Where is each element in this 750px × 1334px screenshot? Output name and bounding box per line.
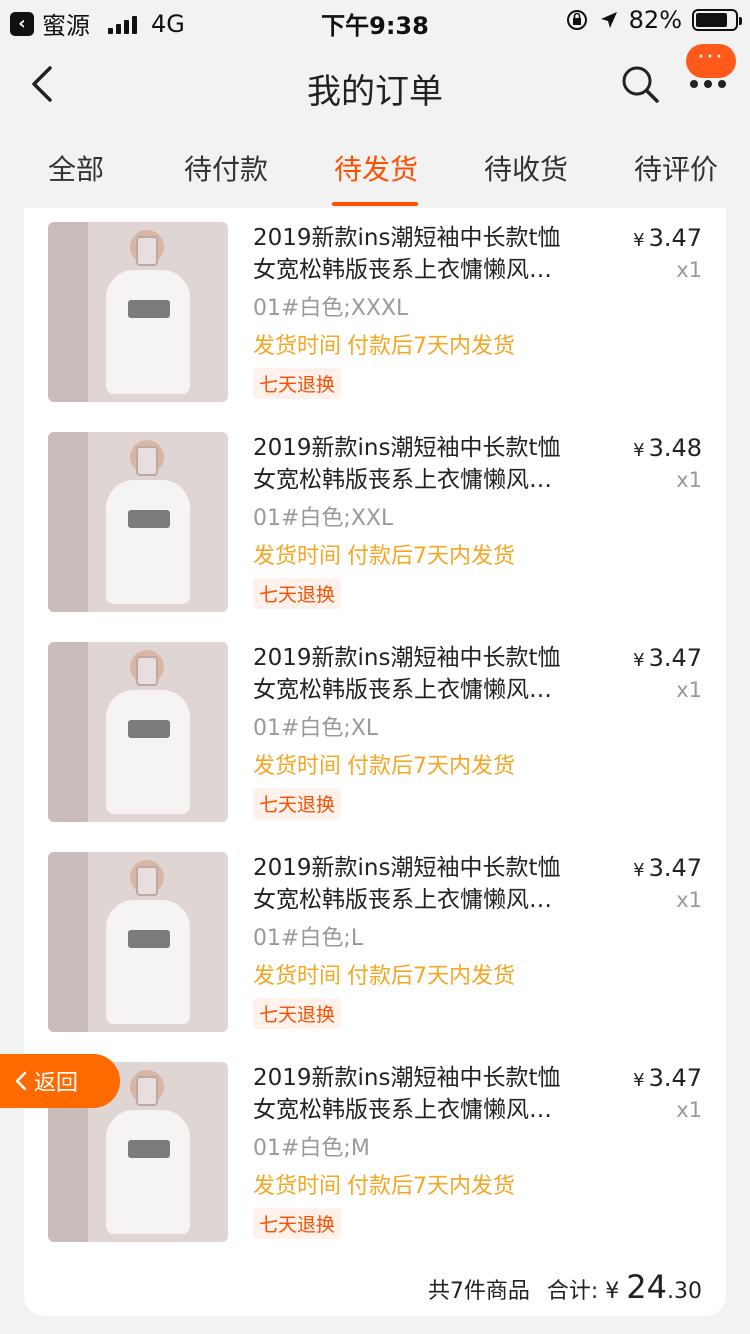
order-item[interactable]: 2019新款ins潮短袖中长款t恤 女宽松韩版丧系上衣慵懒风… 01#白色;XL… xyxy=(24,628,726,838)
tab-pending-payment[interactable]: 待付款 xyxy=(184,148,268,188)
message-badge[interactable]: ··· xyxy=(686,44,736,78)
tab-pending-review[interactable]: 待评价 xyxy=(634,148,718,188)
product-title-line: 2019新款ins潮短袖中长款t恤 xyxy=(253,435,561,461)
more-icon[interactable] xyxy=(688,78,728,90)
battery-percent: 82% xyxy=(628,6,682,34)
status-bar: ‹ 蜜源 4G 下午9:38 82% xyxy=(0,0,750,44)
item-quantity: x1 xyxy=(676,1098,702,1122)
price-value: 3.47 xyxy=(648,854,702,882)
product-title-line: 女宽松韩版丧系上衣慵懒风… xyxy=(253,887,552,913)
shipping-label: 发货时间 xyxy=(253,964,342,989)
currency-symbol: ¥ xyxy=(633,860,645,881)
product-title-line: 女宽松韩版丧系上衣慵懒风… xyxy=(253,257,552,283)
shipping-text: 付款后7天内发货 xyxy=(347,334,516,359)
rotation-lock-icon xyxy=(566,10,587,30)
shipping-text: 付款后7天内发货 xyxy=(347,1174,516,1199)
item-price: ¥3.47 xyxy=(633,854,702,882)
return-badge: 七天退换 xyxy=(253,368,342,399)
product-title[interactable]: 2019新款ins潮短袖中长款t恤 女宽松韩版丧系上衣慵懒风… xyxy=(253,642,583,706)
currency-symbol: ¥ xyxy=(633,230,645,251)
product-title[interactable]: 2019新款ins潮短袖中长款t恤 女宽松韩版丧系上衣慵懒风… xyxy=(253,1062,583,1126)
product-title-line: 2019新款ins潮短袖中长款t恤 xyxy=(253,855,561,881)
product-sku: 01#白色;XL xyxy=(253,716,379,741)
total-label: 合计: xyxy=(546,1279,599,1304)
shipping-label: 发货时间 xyxy=(253,1174,342,1199)
return-badge: 七天退换 xyxy=(253,788,342,819)
product-title-line: 2019新款ins潮短袖中长款t恤 xyxy=(253,1065,561,1091)
order-item[interactable]: 2019新款ins潮短袖中长款t恤 女宽松韩版丧系上衣慵懒风… 01#白色;XX… xyxy=(24,418,726,628)
price-value: 3.48 xyxy=(648,434,702,462)
item-count: 共7件商品 xyxy=(427,1279,530,1304)
shipping-info: 发货时间 付款后7天内发货 xyxy=(253,328,521,360)
product-image[interactable] xyxy=(48,642,228,822)
product-image[interactable] xyxy=(48,432,228,612)
tab-pending-shipment[interactable]: 待发货 xyxy=(334,148,418,188)
product-sku: 01#白色;M xyxy=(253,1136,370,1161)
product-title-line: 2019新款ins潮短袖中长款t恤 xyxy=(253,645,561,671)
shipping-info: 发货时间 付款后7天内发货 xyxy=(253,538,521,570)
tab-pending-receipt[interactable]: 待收货 xyxy=(484,148,568,188)
shipping-text: 付款后7天内发货 xyxy=(347,544,516,569)
location-arrow-icon xyxy=(600,12,617,28)
total-decimal: .30 xyxy=(667,1279,702,1304)
order-summary: 共7件商品 合计: ¥ 24.30 xyxy=(428,1268,702,1306)
floating-back-label: 返回 xyxy=(34,1071,79,1096)
currency-symbol: ¥ xyxy=(633,440,645,461)
price-value: 3.47 xyxy=(648,1064,702,1092)
shipping-text: 付款后7天内发货 xyxy=(347,754,516,779)
product-image[interactable] xyxy=(48,852,228,1032)
search-icon[interactable] xyxy=(620,64,660,104)
price-value: 3.47 xyxy=(648,644,702,672)
order-card: 2019新款ins潮短袖中长款t恤 女宽松韩版丧系上衣慵懒风… 01#白色;XX… xyxy=(24,208,726,1316)
shipping-info: 发货时间 付款后7天内发货 xyxy=(253,1168,521,1200)
product-title-line: 女宽松韩版丧系上衣慵懒风… xyxy=(253,677,552,703)
chevron-left-icon xyxy=(15,1071,27,1091)
return-badge: 七天退换 xyxy=(253,998,342,1029)
item-price: ¥3.47 xyxy=(633,1064,702,1092)
status-right: 82% xyxy=(565,6,742,34)
order-item[interactable]: 2019新款ins潮短袖中长款t恤 女宽松韩版丧系上衣慵懒风… 01#白色;L … xyxy=(24,838,726,1048)
shipping-label: 发货时间 xyxy=(253,334,342,359)
item-quantity: x1 xyxy=(676,258,702,282)
currency-symbol: ¥ xyxy=(633,1070,645,1091)
battery-icon xyxy=(692,9,742,31)
order-item[interactable]: 2019新款ins潮短袖中长款t恤 女宽松韩版丧系上衣慵懒风… 01#白色;M … xyxy=(24,1048,726,1258)
order-item[interactable]: 2019新款ins潮短袖中长款t恤 女宽松韩版丧系上衣慵懒风… 01#白色;XX… xyxy=(24,208,726,418)
product-image[interactable] xyxy=(48,222,228,402)
shipping-text: 付款后7天内发货 xyxy=(347,964,516,989)
item-price: ¥3.47 xyxy=(633,644,702,672)
active-tab-indicator xyxy=(332,202,418,206)
shipping-info: 发货时间 付款后7天内发货 xyxy=(253,958,521,990)
total-integer: 24 xyxy=(626,1268,667,1306)
product-sku: 01#白色;XXXL xyxy=(253,296,409,321)
return-badge: 七天退换 xyxy=(253,1208,342,1239)
product-title[interactable]: 2019新款ins潮短袖中长款t恤 女宽松韩版丧系上衣慵懒风… xyxy=(253,222,583,286)
total-currency: ¥ xyxy=(605,1279,620,1304)
order-tabs: 全部 待付款 待发货 待收货 待评价 xyxy=(0,130,750,208)
return-badge: 七天退换 xyxy=(253,578,342,609)
item-quantity: x1 xyxy=(676,468,702,492)
product-sku: 01#白色;XXL xyxy=(253,506,394,531)
floating-back-button[interactable]: 返回 xyxy=(0,1054,120,1108)
product-sku: 01#白色;L xyxy=(253,926,364,951)
product-title[interactable]: 2019新款ins潮短袖中长款t恤 女宽松韩版丧系上衣慵懒风… xyxy=(253,852,583,916)
shipping-label: 发货时间 xyxy=(253,754,342,779)
item-quantity: x1 xyxy=(676,678,702,702)
product-title[interactable]: 2019新款ins潮短袖中长款t恤 女宽松韩版丧系上衣慵懒风… xyxy=(253,432,583,496)
product-title-line: 女宽松韩版丧系上衣慵懒风… xyxy=(253,467,552,493)
item-price: ¥3.48 xyxy=(633,434,702,462)
tab-all[interactable]: 全部 xyxy=(48,148,104,188)
nav-bar: 我的订单 ··· xyxy=(0,44,750,128)
price-value: 3.47 xyxy=(648,224,702,252)
shipping-label: 发货时间 xyxy=(253,544,342,569)
shipping-info: 发货时间 付款后7天内发货 xyxy=(253,748,521,780)
product-title-line: 2019新款ins潮短袖中长款t恤 xyxy=(253,225,561,251)
item-quantity: x1 xyxy=(676,888,702,912)
item-price: ¥3.47 xyxy=(633,224,702,252)
product-title-line: 女宽松韩版丧系上衣慵懒风… xyxy=(253,1097,552,1123)
currency-symbol: ¥ xyxy=(633,650,645,671)
